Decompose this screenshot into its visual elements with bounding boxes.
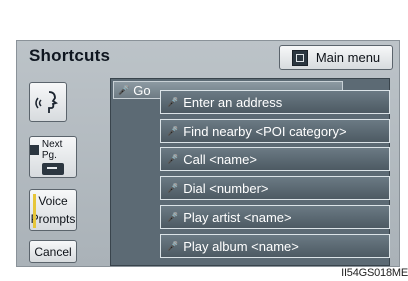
command-dial[interactable]: 🎤 Dial <number> [160, 176, 390, 200]
command-label: Call <name> [183, 151, 257, 167]
mic-icon: 🎤 [167, 153, 179, 164]
mic-icon: 🎤 [167, 211, 179, 222]
command-label: Play artist <name> [183, 209, 292, 225]
mic-icon: 🎤 [167, 125, 179, 136]
menu-icon [30, 145, 39, 155]
mic-icon: 🎤 [167, 182, 179, 193]
main-menu-button[interactable]: Main menu [279, 45, 393, 70]
cancel-button[interactable]: Cancel [29, 240, 77, 263]
arrow-icon [42, 163, 64, 175]
menu-icon [291, 49, 308, 66]
command-play-album[interactable]: 🎤 Play album <name> [160, 234, 390, 258]
command-enter-address[interactable]: 🎤 Enter an address [160, 90, 390, 114]
command-label: Dial <number> [183, 180, 269, 196]
command-label: Play album <name> [183, 238, 299, 254]
command-call[interactable]: 🎤 Call <name> [160, 147, 390, 171]
voice-prompts-line2: Prompts [30, 212, 76, 226]
page-title: Shortcuts [29, 46, 111, 65]
voice-button[interactable] [29, 82, 67, 122]
command-label: Enter an address [183, 94, 283, 110]
voice-prompts-button[interactable]: Voice Prompts [29, 189, 77, 231]
mic-icon: 🎤 [118, 84, 130, 95]
mic-icon: 🎤 [167, 96, 179, 107]
voice-prompts-line1: Voice [38, 194, 68, 208]
cancel-label: Cancel [34, 244, 72, 259]
active-indicator [33, 194, 36, 228]
voice-icon [35, 91, 59, 113]
command-play-artist[interactable]: 🎤 Play artist <name> [160, 205, 390, 229]
command-label: Find nearby <POI category> [183, 123, 347, 139]
next-page-label: Next Pg. [41, 139, 63, 161]
main-menu-label: Main menu [315, 50, 381, 65]
mic-icon: 🎤 [167, 240, 179, 251]
shortcuts-screen: Shortcuts Main menu Next Pg. Voice Promp… [16, 40, 400, 267]
command-find-nearby[interactable]: 🎤 Find nearby <POI category> [160, 119, 390, 143]
next-page-button[interactable]: Next Pg. [29, 136, 77, 178]
figure-caption: II54GS018ME [341, 267, 408, 279]
go-label: Go [133, 82, 151, 98]
